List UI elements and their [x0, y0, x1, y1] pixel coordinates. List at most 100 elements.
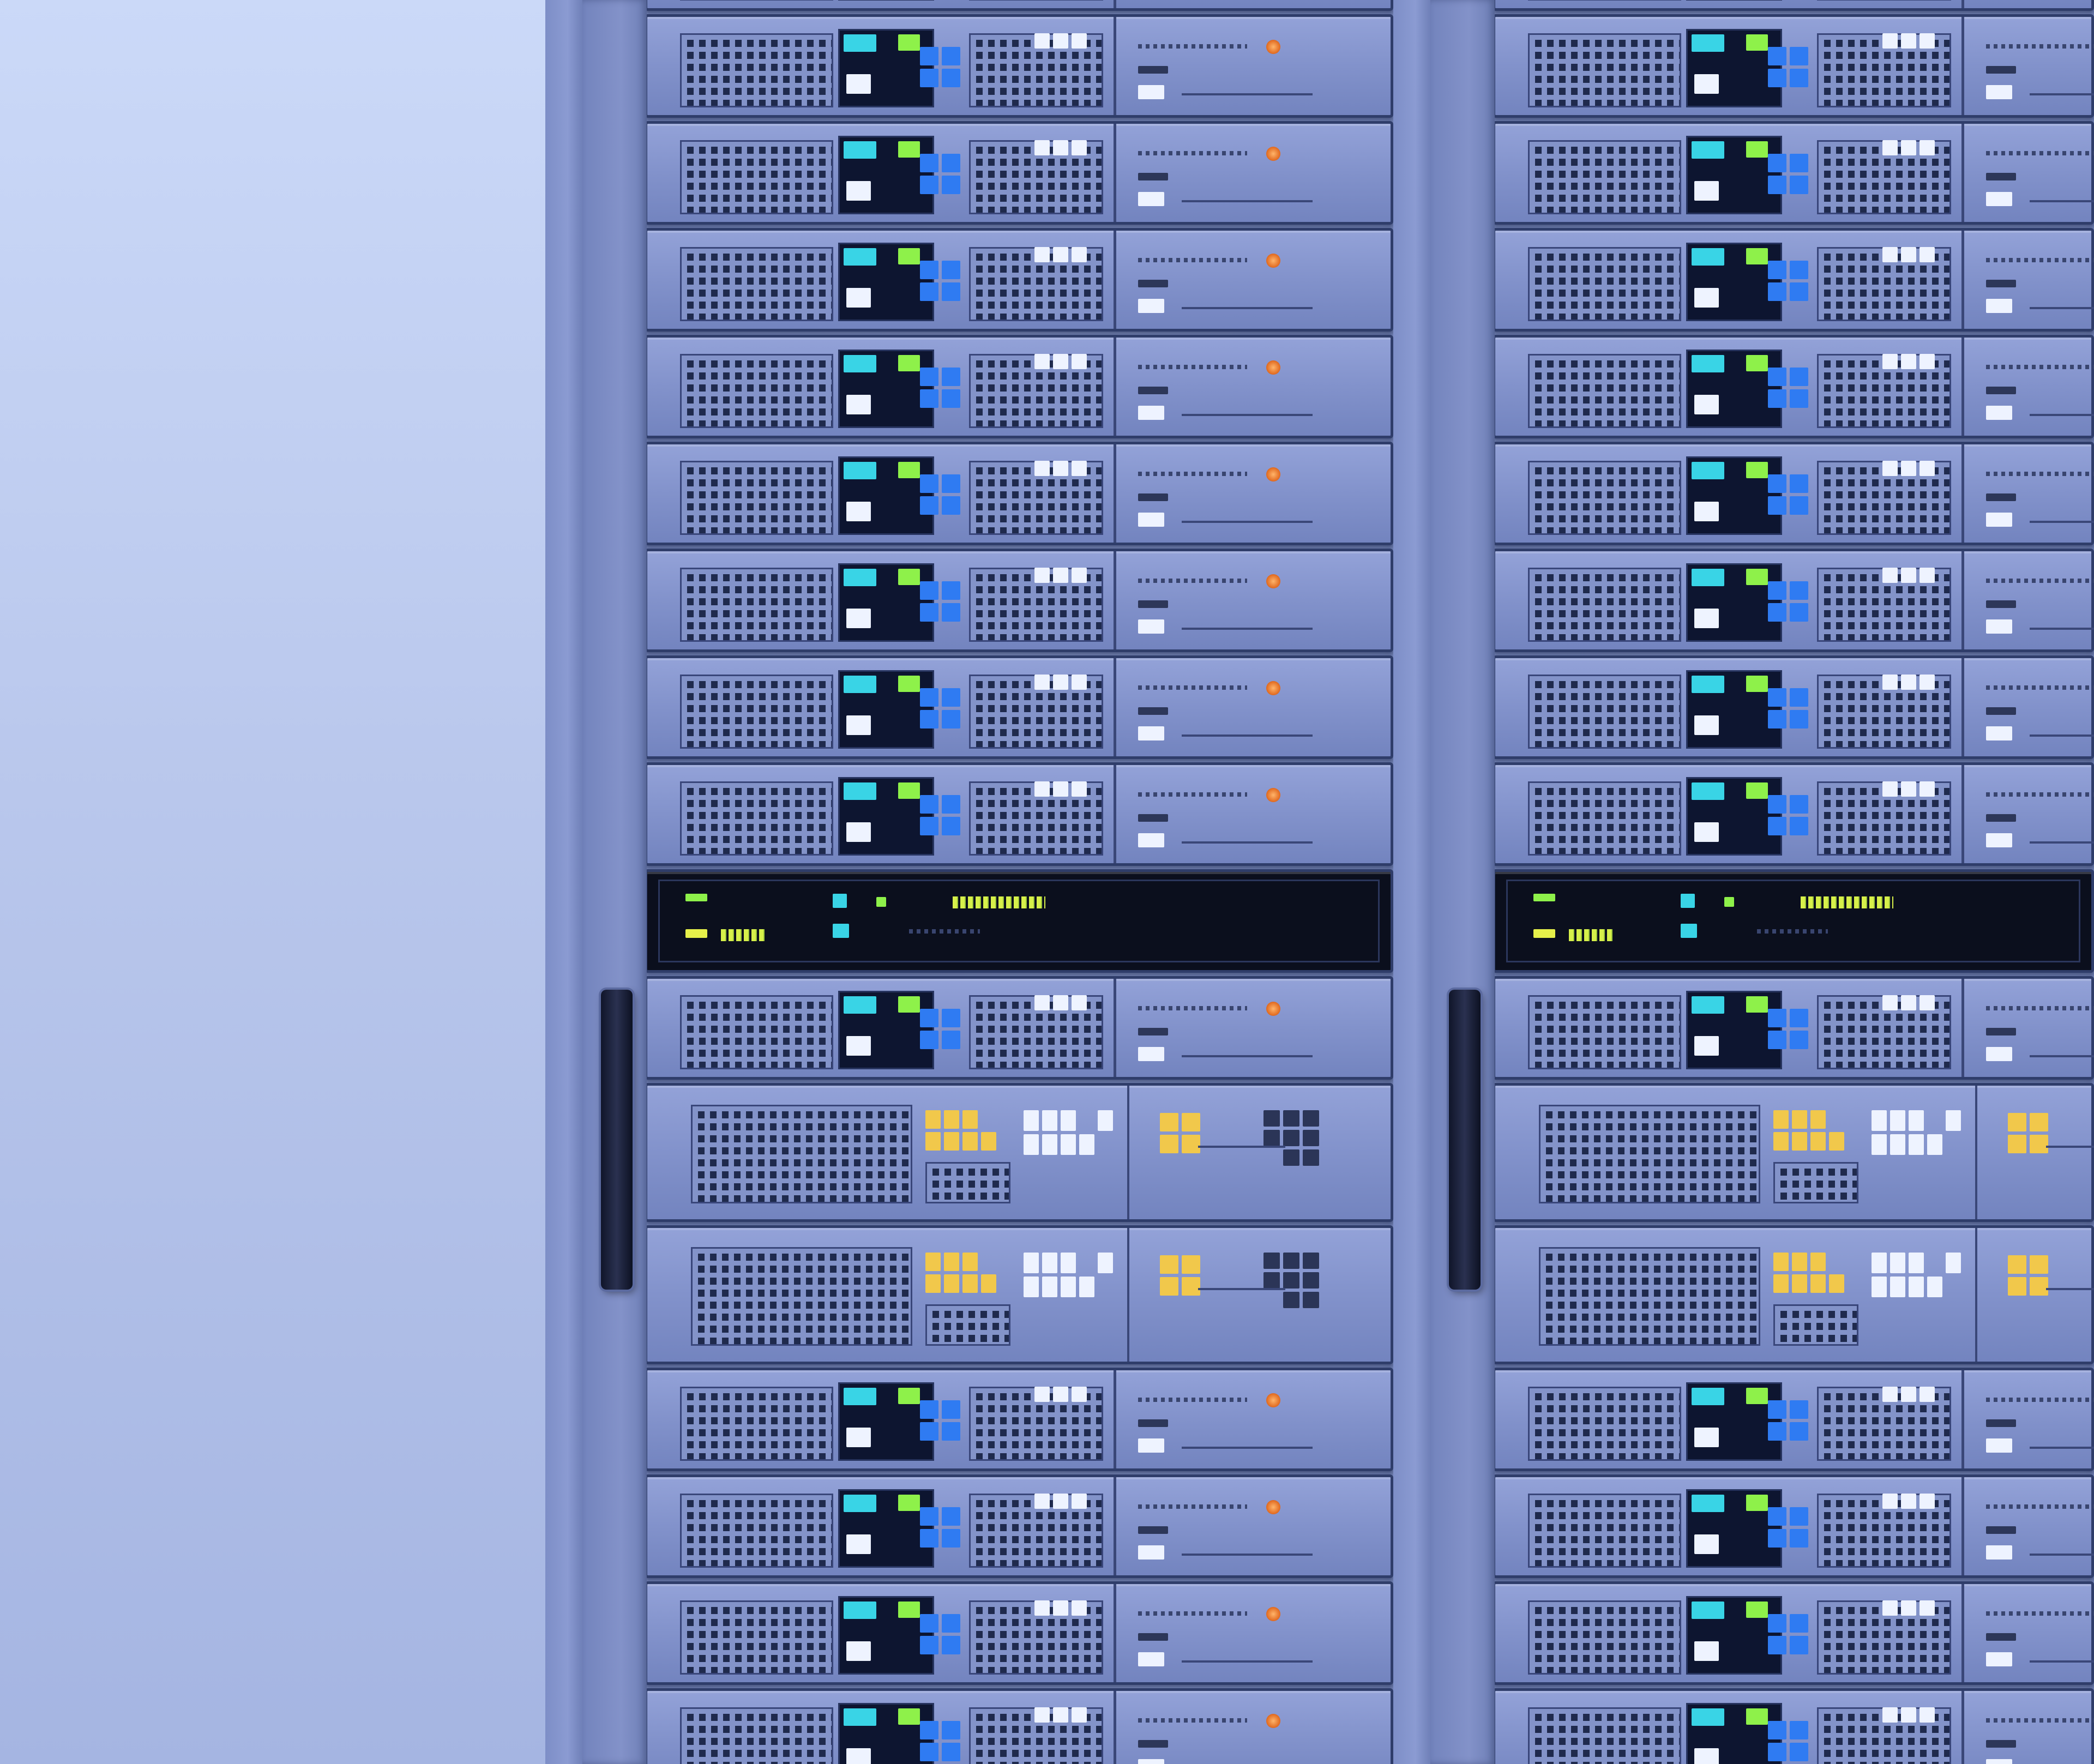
bay-divider: [1114, 979, 1116, 1077]
status-led: [833, 924, 849, 938]
panel-led: [1138, 707, 1168, 715]
panel-led: [1986, 619, 2012, 634]
drive-led: [1909, 1110, 1924, 1131]
status-led: [1920, 1600, 1935, 1616]
status-led: [1072, 33, 1087, 49]
drive-bay-led: [1768, 688, 1786, 707]
drive-bay-led: [920, 176, 938, 194]
vent-grille: [680, 995, 833, 1069]
bay-rail: [1182, 841, 1313, 844]
drive-bay-led: [1790, 1031, 1808, 1049]
status-led: [898, 1495, 920, 1511]
status-led: [1034, 461, 1050, 476]
drive-bay-led: [1768, 1507, 1786, 1526]
status-led: [844, 996, 876, 1014]
drive-bay-led: [1768, 795, 1786, 814]
panel-button: [1263, 1253, 1280, 1269]
right-server-rack: [1393, 0, 2094, 1764]
port-row: [1138, 1718, 1247, 1723]
vent-grille: [680, 781, 833, 856]
drive-bay-led: [920, 368, 938, 386]
drive-led: [1946, 1253, 1961, 1273]
status-led: [844, 1495, 876, 1512]
drive-bay-led: [942, 688, 960, 707]
rack-unit-server-1u: [1493, 121, 2094, 225]
drive-led: [1890, 1134, 1905, 1155]
drive-bay-led: [1790, 1614, 1808, 1633]
drive-led: [1909, 1253, 1924, 1273]
status-led: [1901, 1494, 1916, 1509]
status-led: [1901, 354, 1916, 369]
drive-bay-led: [1768, 817, 1786, 835]
port-row: [1986, 1398, 2094, 1402]
bay-divider: [1114, 658, 1116, 756]
status-led: [1681, 924, 1697, 938]
panel-led: [1138, 600, 1168, 608]
status-led: [1882, 461, 1898, 476]
drive-led: [944, 1253, 959, 1271]
status-led: [1882, 1494, 1898, 1509]
panel-button: [1303, 1149, 1319, 1166]
drive-led: [1042, 1134, 1057, 1155]
drive-bay-led: [942, 603, 960, 622]
vent-grille: [680, 140, 833, 214]
drive-led: [1810, 1110, 1826, 1129]
status-led: [846, 74, 871, 94]
bay-rail: [1182, 414, 1313, 416]
status-led: [1694, 1534, 1719, 1554]
status-led: [898, 1708, 920, 1725]
status-led: [1692, 782, 1724, 800]
status-led: [1034, 1600, 1050, 1616]
bay-rail: [2046, 1146, 2094, 1148]
drive-bay-led: [920, 795, 938, 814]
drive-led: [1079, 1277, 1094, 1297]
status-led: [1072, 568, 1087, 583]
vent-grille: [1528, 0, 1681, 1]
drive-led: [925, 1132, 941, 1151]
status-led: [1072, 140, 1087, 155]
drive-led: [1061, 1134, 1076, 1155]
port-row: [1138, 1006, 1247, 1010]
panel-led: [1986, 1633, 2016, 1641]
drive-led: [1890, 1110, 1905, 1131]
bay-rail: [2046, 1288, 2094, 1290]
drive-led: [1024, 1110, 1039, 1131]
vent-grille: [1817, 0, 1951, 1]
panel-led: [1986, 1759, 2012, 1764]
panel-led: [1986, 814, 2016, 822]
drive-bay-led: [920, 474, 938, 493]
status-led: [898, 996, 920, 1013]
drive-bay-led: [920, 688, 938, 707]
status-led: [1692, 1388, 1724, 1405]
panel-button: [1263, 1272, 1280, 1289]
status-led: [898, 34, 920, 51]
status-led: [1746, 1495, 1768, 1511]
vent-grille: [680, 461, 833, 535]
port-row: [1986, 365, 2094, 369]
drive-bay-led: [1790, 368, 1808, 386]
status-led: [1034, 354, 1050, 369]
rack-unit-server-1u: [1493, 442, 2094, 545]
panel-led: [1986, 173, 2016, 180]
port-row: [1986, 1611, 2094, 1616]
bay-rail: [1182, 521, 1313, 523]
drive-bay-led: [920, 1529, 938, 1548]
panel-led: [1138, 1438, 1164, 1453]
status-led: [1746, 248, 1768, 264]
panel-led: [1138, 1419, 1168, 1427]
status-led: [1694, 1428, 1719, 1447]
drive-bay-led: [1790, 603, 1808, 622]
bay-divider: [1114, 551, 1116, 649]
vent-grille: [1528, 247, 1681, 321]
panel-led: [1986, 1047, 2012, 1061]
alert-led: [1266, 681, 1280, 695]
rack-unit-storage-2u: [645, 1083, 1393, 1222]
vent-grille: [1528, 1707, 1681, 1764]
vent-grille: [1528, 675, 1681, 749]
status-led: [1053, 995, 1068, 1010]
bay-rail: [2030, 93, 2094, 95]
drive-bay-led: [1768, 581, 1786, 600]
drive-led: [1024, 1277, 1039, 1297]
drive-bay-led: [920, 581, 938, 600]
panel-led: [1986, 1526, 2016, 1534]
